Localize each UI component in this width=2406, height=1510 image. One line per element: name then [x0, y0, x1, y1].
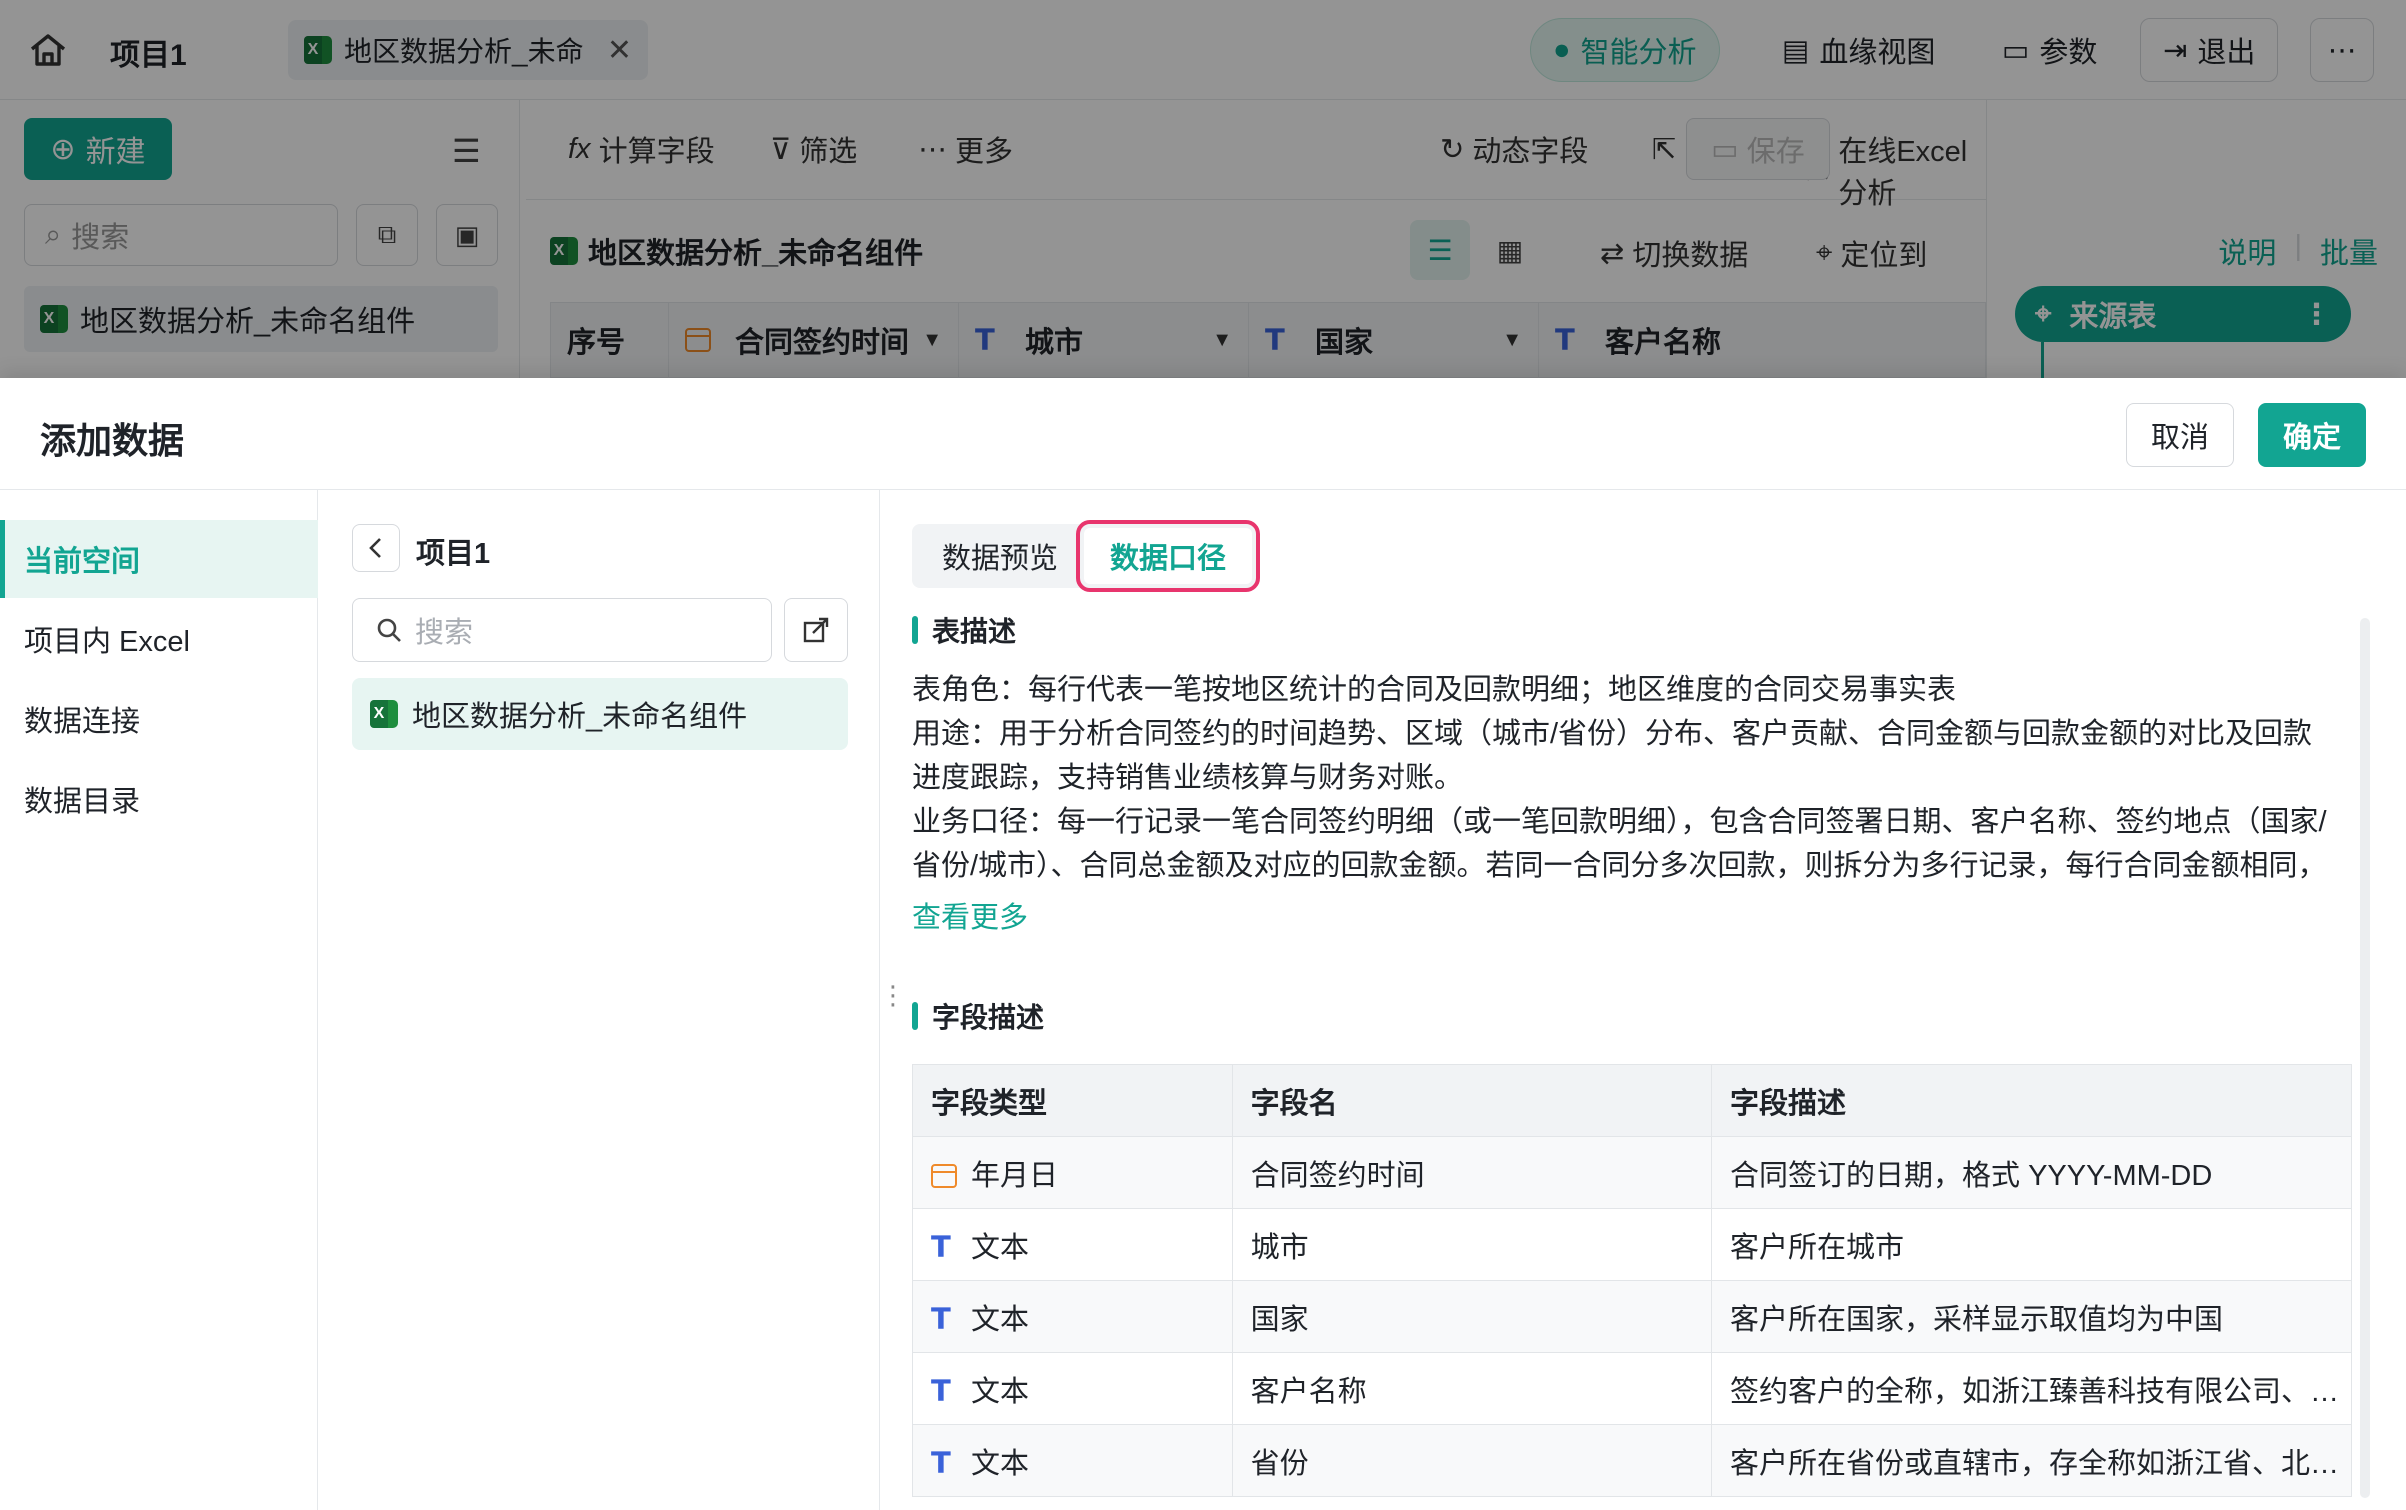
desc-line-usage: 用途：用于分析合同签约的时间趋势、区域（城市/省份）分布、客户贡献、合同金额与回… [912, 718, 2313, 794]
excel-icon [370, 700, 398, 728]
cancel-button[interactable]: 取消 [2126, 403, 2234, 467]
field-type-cell: T 文本 [912, 1424, 1233, 1497]
field-type: 文本 [971, 1303, 1030, 1336]
nav-current-space[interactable]: 当前空间 [0, 520, 318, 598]
field-desc: 合同签订的日期，格式 YYYY-MM-DD [1711, 1136, 2352, 1209]
field-name: 城市 [1232, 1208, 1713, 1281]
header-field-name: 字段名 [1232, 1064, 1713, 1137]
field-table-header: 字段类型 字段名 字段描述 [912, 1064, 2352, 1137]
field-desc: 客户所在省份或直辖市，存全称如浙江省、北… [1711, 1424, 2352, 1497]
table-row: T 文本 客户名称 签约客户的全称，如浙江臻善科技有限公司、… [912, 1352, 2352, 1425]
field-type: 文本 [971, 1375, 1030, 1408]
field-name: 国家 [1232, 1280, 1713, 1353]
drawer-title: 添加数据 [40, 420, 185, 461]
open-external-button[interactable] [784, 598, 848, 662]
resource-list-pane: 项目1 搜索 地区数据分析_未命名组件 [318, 490, 880, 1510]
source-nav: 当前空间 项目内 Excel 数据连接 数据目录 [0, 490, 318, 1510]
desc-line-role: 表角色：每行代表一笔按地区统计的合同及回款明细；地区维度的合同交易事实表 [912, 674, 1957, 706]
field-type-cell: T 文本 [912, 1280, 1233, 1353]
field-description-title: 字段描述 [932, 1002, 1045, 1033]
field-type-cell: T 文本 [912, 1352, 1233, 1425]
nav-project-excel[interactable]: 项目内 Excel [0, 600, 318, 678]
nav-data-connection[interactable]: 数据连接 [0, 680, 318, 758]
field-desc: 签约客户的全称，如浙江臻善科技有限公司、… [1711, 1352, 2352, 1425]
table-description: 表角色：每行代表一笔按地区统计的合同及回款明细；地区维度的合同交易事实表 用途：… [912, 668, 2332, 888]
resource-search-input[interactable]: 搜索 [352, 598, 772, 662]
desc-line-business: 业务口径：每一行记录一笔合同签约明细（或一笔回款明细），包含合同签署日期、客户名… [912, 806, 2327, 882]
header-field-desc: 字段描述 [1711, 1064, 2352, 1137]
folder-title: 项目1 [416, 538, 491, 570]
back-button[interactable] [352, 524, 400, 572]
field-type: 文本 [971, 1447, 1030, 1480]
field-name: 合同签约时间 [1232, 1136, 1713, 1209]
external-link-icon [803, 617, 829, 643]
resource-list-item-label: 地区数据分析_未命名组件 [412, 701, 748, 733]
detail-pane: 数据预览 数据口径 表描述 表角色：每行代表一笔按地区统计的合同及回款明细；地区… [880, 490, 2406, 1510]
table-description-heading: 表描述 [912, 610, 1016, 650]
detail-tabs: 数据预览 数据口径 [912, 520, 1261, 592]
field-name: 客户名称 [1232, 1352, 1713, 1425]
tab-data-definition[interactable]: 数据口径 [1076, 520, 1261, 592]
table-row: T 文本 国家 客户所在国家，采样显示取值均为中国 [912, 1280, 2352, 1353]
see-more-link[interactable]: 查看更多 [912, 894, 1028, 936]
header-field-type: 字段类型 [912, 1064, 1233, 1137]
field-type-cell: T 文本 [912, 1208, 1233, 1281]
drawer-header: 添加数据 取消 确定 [0, 378, 2406, 490]
field-desc: 客户所在城市 [1711, 1208, 2352, 1281]
table-row: T 文本 城市 客户所在城市 [912, 1208, 2352, 1281]
field-name: 省份 [1232, 1424, 1713, 1497]
text-type-icon: T [931, 1445, 951, 1480]
confirm-button[interactable]: 确定 [2258, 403, 2366, 467]
table-row: T 文本 省份 客户所在省份或直辖市，存全称如浙江省、北… [912, 1424, 2352, 1497]
add-data-drawer: 添加数据 取消 确定 当前空间 项目内 Excel 数据连接 数据目录 项目1 … [0, 378, 2406, 1510]
table-description-title: 表描述 [932, 616, 1017, 647]
field-description-heading: 字段描述 [912, 996, 1044, 1036]
resource-list-item[interactable]: 地区数据分析_未命名组件 [352, 678, 848, 750]
field-type-cell: 年月日 [912, 1136, 1233, 1209]
field-desc: 客户所在国家，采样显示取值均为中国 [1711, 1280, 2352, 1353]
search-icon [377, 618, 401, 642]
nav-data-catalog[interactable]: 数据目录 [0, 760, 318, 838]
text-type-icon: T [931, 1229, 951, 1264]
text-type-icon: T [931, 1301, 951, 1336]
tab-data-preview[interactable]: 数据预览 [916, 528, 1084, 584]
calendar-icon [931, 1163, 957, 1188]
chevron-left-icon [369, 538, 381, 558]
detail-scrollbar[interactable] [2360, 618, 2370, 1498]
field-type: 文本 [971, 1231, 1030, 1264]
field-table: 字段类型 字段名 字段描述 年月日 合同签约时间 合同签订的日期，格式 YYYY… [912, 1064, 2352, 1497]
table-row: 年月日 合同签约时间 合同签订的日期，格式 YYYY-MM-DD [912, 1136, 2352, 1209]
text-type-icon: T [931, 1373, 951, 1408]
field-type: 年月日 [971, 1159, 1059, 1192]
resource-search-placeholder: 搜索 [415, 617, 474, 649]
modal-overlay[interactable] [0, 0, 2406, 378]
resize-handle[interactable]: ⋮ [880, 980, 906, 1011]
